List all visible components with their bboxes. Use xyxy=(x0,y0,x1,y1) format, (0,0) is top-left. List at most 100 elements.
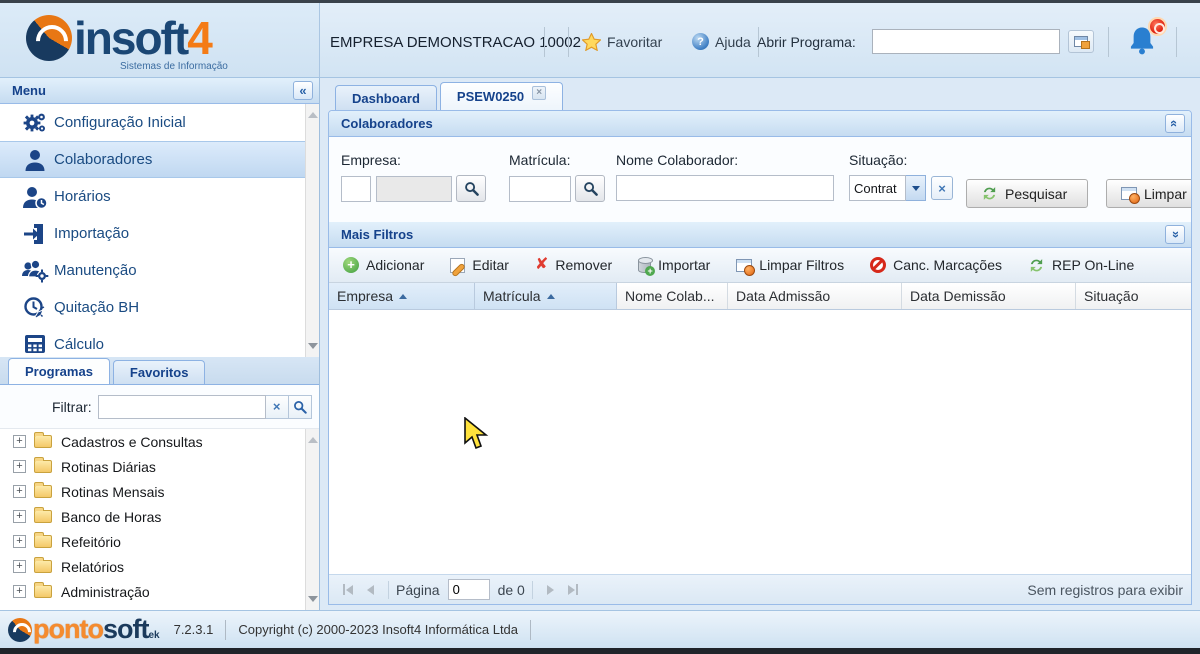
gears-icon xyxy=(16,110,54,136)
collapse-menu-button[interactable]: « xyxy=(293,81,313,100)
column-header-situacao[interactable]: Situação xyxy=(1076,283,1191,309)
next-page-button[interactable] xyxy=(540,579,562,601)
window-bottom-edge xyxy=(0,648,1200,654)
situacao-dropdown-button[interactable] xyxy=(906,175,926,201)
logo-text: insoft xyxy=(74,15,187,61)
sidebar-item-colaboradores[interactable]: Colaboradores xyxy=(0,141,319,178)
cancel-marks-icon xyxy=(870,257,886,273)
scroll-up-icon[interactable] xyxy=(308,109,318,118)
situacao-clear-button[interactable]: × xyxy=(931,176,953,200)
empresa-code-input[interactable] xyxy=(341,176,371,202)
folder-icon xyxy=(34,485,52,498)
sidebar: Menu « Configuração Inicial Colaboradore… xyxy=(0,78,320,610)
open-program-input[interactable] xyxy=(872,29,1060,54)
header-toolbar: EMPRESA DEMONSTRACAO 10002 Favoritar ? A… xyxy=(320,3,1200,77)
rep-online-button[interactable]: REP On-Line xyxy=(1028,257,1134,274)
sort-asc-icon xyxy=(399,294,407,299)
help-button[interactable]: ? Ajuda xyxy=(692,33,751,50)
previous-page-button[interactable] xyxy=(359,579,381,601)
search-filter-button[interactable] xyxy=(289,395,312,419)
pagination-bar: Página de 0 Sem registros para exibir xyxy=(329,574,1191,604)
adicionar-button[interactable]: + Adicionar xyxy=(343,257,424,273)
limpar-filtros-toolbar-button[interactable]: Limpar Filtros xyxy=(736,257,844,273)
collapse-panel-button[interactable]: « xyxy=(1165,114,1185,133)
editar-button[interactable]: Editar xyxy=(450,257,509,273)
scroll-down-icon[interactable] xyxy=(308,343,318,352)
menu-list: Configuração Inicial Colaboradores Horár… xyxy=(0,104,319,357)
tree-item-refeitorio[interactable]: + Refeitório xyxy=(0,529,319,554)
close-tab-icon[interactable]: × xyxy=(532,86,546,100)
program-filter-input[interactable] xyxy=(98,395,266,419)
favorite-button[interactable]: Favoritar xyxy=(582,33,662,51)
cancelar-marcacoes-button[interactable]: Canc. Marcações xyxy=(870,257,1002,273)
importar-button[interactable]: Importar xyxy=(638,257,710,273)
sidebar-item-label: Importação xyxy=(54,225,129,242)
column-header-matricula[interactable]: Matrícula xyxy=(475,283,617,309)
expand-icon[interactable]: + xyxy=(13,535,26,548)
footer-separator xyxy=(530,620,531,640)
menu-scrollbar[interactable] xyxy=(305,104,319,357)
colaboradores-panel-header: Colaboradores « xyxy=(329,111,1191,137)
tab-favoritos[interactable]: Favoritos xyxy=(113,360,206,384)
sidebar-item-label: Configuração Inicial xyxy=(54,114,186,131)
sidebar-item-importacao[interactable]: Importação xyxy=(0,215,319,252)
expand-icon[interactable]: + xyxy=(13,485,26,498)
empresa-lookup-button[interactable] xyxy=(456,175,486,202)
matricula-lookup-button[interactable] xyxy=(575,175,605,202)
tree-item-administracao[interactable]: + Administração xyxy=(0,579,319,604)
insoft4-logo: insoft 4 Sistemas de Informação xyxy=(0,3,320,77)
tree-item-cadastros-e-consultas[interactable]: + Cadastros e Consultas xyxy=(0,429,319,454)
remover-button[interactable]: ✘ Remover xyxy=(535,257,612,273)
open-program-window-button[interactable] xyxy=(1068,30,1094,53)
expand-icon[interactable]: + xyxy=(13,585,26,598)
pesquisar-button[interactable]: Pesquisar xyxy=(966,179,1088,208)
filter-label: Filtrar: xyxy=(52,399,92,415)
empresa-field-group: Empresa: xyxy=(341,152,486,202)
user-icon[interactable] xyxy=(1188,31,1200,57)
matricula-field-group: Matrícula: xyxy=(509,152,605,202)
nome-colaborador-input[interactable] xyxy=(616,175,834,201)
limpar-filtros-button[interactable]: Limpar Filtros xyxy=(1106,179,1192,208)
expand-icon[interactable]: + xyxy=(13,510,26,523)
header-separator xyxy=(1176,27,1177,57)
expand-icon[interactable]: + xyxy=(13,435,26,448)
tab-psew0250[interactable]: PSEW0250 × xyxy=(440,82,563,110)
sidebar-item-quitacao-bh[interactable]: Quitação BH xyxy=(0,289,319,326)
tree-scrollbar[interactable] xyxy=(305,429,319,610)
window-icon xyxy=(1074,36,1088,47)
program-filter-bar: Filtrar: × xyxy=(0,385,319,428)
help-label: Ajuda xyxy=(715,34,751,50)
last-page-button[interactable] xyxy=(562,579,584,601)
expand-mais-filtros-button[interactable]: « xyxy=(1165,225,1185,244)
people-gear-icon xyxy=(16,258,54,284)
expand-icon[interactable]: + xyxy=(13,460,26,473)
scroll-up-icon[interactable] xyxy=(308,434,318,443)
tree-item-rotinas-diarias[interactable]: + Rotinas Diárias xyxy=(0,454,319,479)
tab-dashboard[interactable]: Dashboard xyxy=(335,85,437,110)
tab-programas[interactable]: Programas xyxy=(8,358,110,384)
page-number-input[interactable] xyxy=(448,579,490,600)
sidebar-item-label: Cálculo xyxy=(54,336,104,353)
sidebar-item-manutencao[interactable]: Manutenção xyxy=(0,252,319,289)
sidebar-item-horarios[interactable]: Horários xyxy=(0,178,319,215)
clear-filter-button[interactable]: × xyxy=(266,395,289,419)
tree-item-relatorios[interactable]: + Relatórios xyxy=(0,554,319,579)
empresa-name-input[interactable] xyxy=(376,176,452,202)
matricula-input[interactable] xyxy=(509,176,571,202)
column-header-data-admissao[interactable]: Data Admissão xyxy=(728,283,902,309)
column-header-data-demissao[interactable]: Data Demissão xyxy=(902,283,1076,309)
tree-item-banco-de-horas[interactable]: + Banco de Horas xyxy=(0,504,319,529)
column-header-nome[interactable]: Nome Colab... xyxy=(617,283,728,309)
expand-icon[interactable]: + xyxy=(13,560,26,573)
scroll-down-icon[interactable] xyxy=(308,596,318,605)
sidebar-item-configuracao-inicial[interactable]: Configuração Inicial xyxy=(0,104,319,141)
column-header-empresa[interactable]: Empresa xyxy=(329,283,475,309)
notifications-button[interactable] xyxy=(1127,25,1163,61)
edit-icon xyxy=(450,258,465,273)
tree-item-rotinas-mensais[interactable]: + Rotinas Mensais xyxy=(0,479,319,504)
first-page-button[interactable] xyxy=(337,579,359,601)
grid-toolbar: + Adicionar Editar ✘ Remover Importar Li… xyxy=(329,248,1191,283)
sidebar-item-calculo[interactable]: Cálculo xyxy=(0,326,319,357)
situacao-select[interactable]: Contrat xyxy=(849,175,906,201)
nome-field-group: Nome Colaborador: xyxy=(616,152,834,201)
